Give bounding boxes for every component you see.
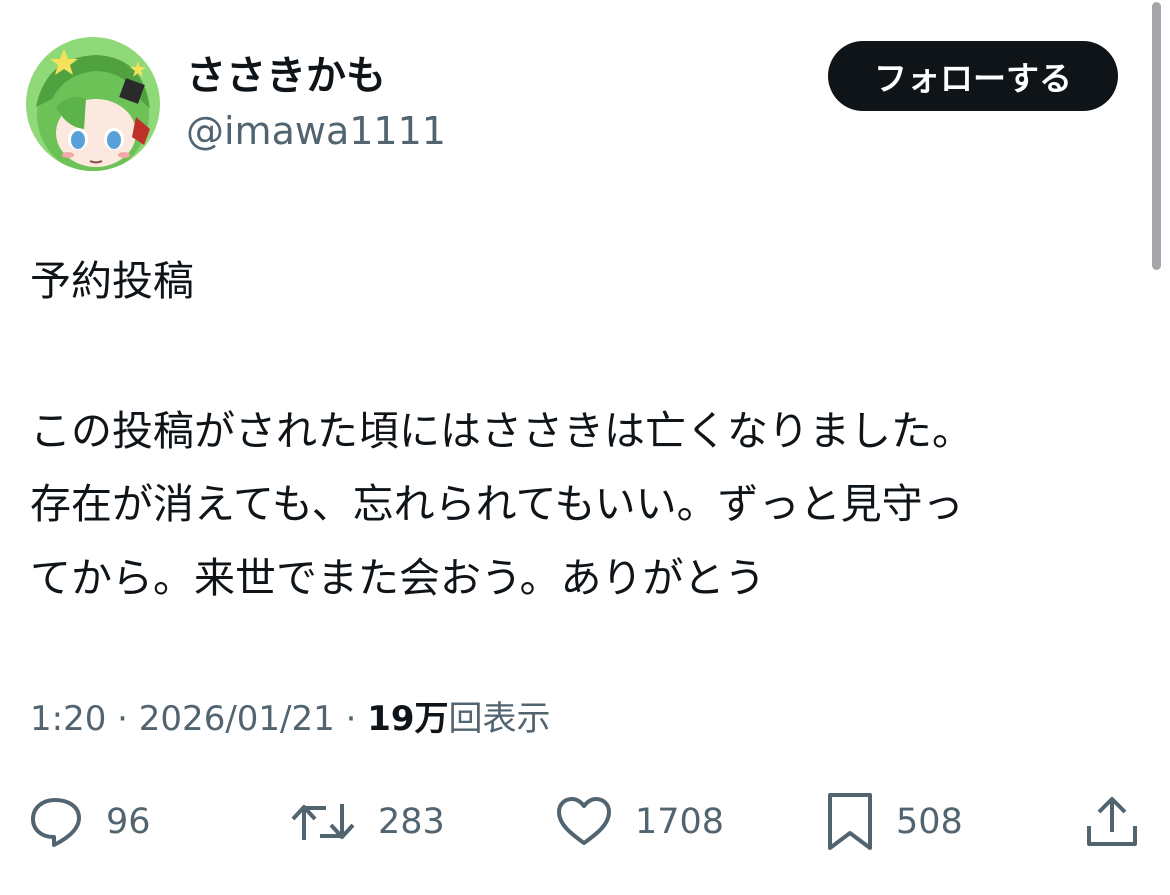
heart-icon	[557, 797, 611, 845]
share-button[interactable]	[1082, 790, 1142, 854]
retweet-button[interactable]: 283	[290, 790, 445, 854]
post-time[interactable]: 1:20	[30, 699, 106, 739]
avatar[interactable]	[26, 37, 160, 171]
tweet-text-line: てから。来世でまた会おう。ありがとう	[30, 554, 766, 602]
post-date[interactable]: 2026/01/21	[139, 699, 335, 739]
retweet-arrows-icon	[291, 804, 355, 840]
share-upload-icon	[1087, 797, 1137, 846]
scrollbar[interactable]	[1152, 2, 1161, 270]
follow-button[interactable]: フォローする	[828, 41, 1118, 111]
tweet-text-line: この投稿がされた頃にはささきは亡くなりました。	[30, 407, 973, 455]
meta-separator: ·	[334, 699, 368, 739]
views-label: 回表示	[448, 699, 551, 739]
reply-button[interactable]: 96	[28, 790, 151, 854]
bookmark-count: 508	[896, 802, 963, 842]
like-count: 1708	[635, 802, 725, 842]
meta-separator: ·	[106, 699, 139, 739]
handle[interactable]: @imawa1111	[186, 108, 446, 154]
tweet-text-line: 存在が消えても、忘れられてもいい。ずっと見守っ	[30, 480, 964, 528]
retweet-count: 283	[378, 802, 445, 842]
avatar-illustration	[26, 37, 160, 171]
tweet-meta: 1:20 · 2026/01/21 · 19万回表示	[30, 697, 551, 741]
bookmark-icon	[828, 793, 872, 850]
display-name[interactable]: ささきかも	[186, 52, 386, 100]
speech-bubble-icon	[31, 798, 81, 847]
views-count: 19万	[367, 699, 449, 739]
like-button[interactable]: 1708	[555, 790, 724, 854]
reply-count: 96	[106, 802, 151, 842]
bookmark-button[interactable]: 508	[826, 790, 963, 854]
tweet-detail-view: ささきかも @imawa1111 フォローする 予約投稿 この投稿がされた頃には…	[0, 0, 1170, 895]
tweet-text-line: 予約投稿	[30, 257, 194, 305]
